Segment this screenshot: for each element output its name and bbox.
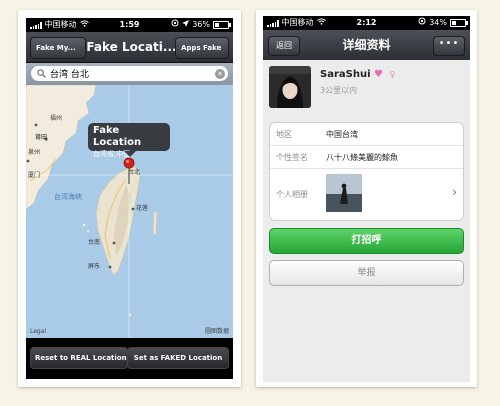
report-button[interactable]: 举报 [269,260,464,286]
battery-percent: 36% [192,20,210,29]
map-label-putian: 莆田 [35,134,48,141]
map-label-tainan: 台南 [88,239,101,246]
back-button[interactable]: 返回 [268,36,300,56]
lock-rotation-icon [171,18,179,32]
left-screenshot-card: 中国移动 1:59 36% Fake My... Fake Locati... [18,10,241,387]
battery-icon [450,19,468,27]
navigation-bar: 返回 详细资料 ••• [263,30,470,60]
battery-percent: 34% [429,18,447,27]
status-bar: 中国移动 2:12 34% [263,16,470,30]
status-bar: 中国移动 1:59 36% [26,18,233,32]
legal-link[interactable]: Legal [30,328,46,335]
search-bar: ✕ [26,63,233,85]
profile-name-text: SaraShui [320,69,371,80]
signature-value: 八十八條美麗的鯨魚 [326,153,398,162]
map-credit: 圆图数据 [204,328,229,335]
callout-title: Fake Location [93,125,142,148]
profile-header: SaraShui ♥ ♀ 3公里以内 [269,66,464,110]
greet-button[interactable]: 打招呼 [269,228,464,254]
reset-real-location-button[interactable]: Reset to REAL Location [30,347,128,369]
map-label-quanzhou: 泉州 [28,149,41,156]
set-faked-location-button[interactable]: Set as FAKED Location [127,347,229,369]
album-label: 个人相册 [276,190,308,199]
profile-details-screen: 中国移动 2:12 34% 返回 详细资料 ••• SaraShui ♥ ♀ 3… [263,16,470,382]
avatar[interactable] [269,66,311,108]
region-value: 中国台湾 [326,130,358,139]
apps-fake-button[interactable]: Apps Fake [175,37,229,59]
map-view[interactable]: 莆田 福州 泉州 厦门 台湾海峡 花莲 台南 屏东 台北 Fake Locati… [26,85,233,338]
album-thumbnail[interactable] [326,174,362,212]
search-icon [34,67,48,81]
region-label: 地区 [276,130,292,139]
chevron-right-icon: › [452,185,457,199]
search-input[interactable] [48,66,215,81]
nav-title: Fake Locati... [86,40,177,54]
map-label-strait: 台湾海峡 [54,193,82,201]
more-options-button[interactable]: ••• [433,36,465,56]
info-row-signature: 个性签名 八十八條美麗的鯨魚 [270,145,463,169]
female-gender-icon: ♀ [389,70,396,79]
heart-icon: ♥ [373,69,383,80]
map-label-xiamen: 厦门 [28,172,41,179]
profile-name: SaraShui ♥ ♀ [320,69,395,80]
map-label-pingtung: 屏东 [88,263,101,270]
bottom-toolbar: Reset to REAL Location Set as FAKED Loca… [26,338,233,379]
signature-label: 个性签名 [276,153,308,162]
profile-distance: 3公里以内 [320,86,358,95]
clear-search-icon[interactable]: ✕ [215,68,225,79]
navigation-bar: Fake My... Fake Locati... Apps Fake [26,32,233,63]
location-callout[interactable]: Fake Location 台湾省,中国 [88,123,170,158]
map-pin-icon[interactable] [122,157,136,185]
info-row-album[interactable]: 个人相册 › [270,168,463,220]
map-label-hualien: 花莲 [136,205,149,212]
lock-rotation-icon [418,16,426,30]
right-screenshot-card: 中国移动 2:12 34% 返回 详细资料 ••• SaraShui ♥ ♀ 3… [256,10,477,387]
map-label-fuzhou: 福州 [50,115,63,122]
fake-my-button[interactable]: Fake My... [30,37,86,59]
battery-icon [213,21,231,29]
search-field[interactable]: ✕ [31,66,228,81]
location-arrow-icon [182,18,190,32]
fake-location-app-screen: 中国移动 1:59 36% Fake My... Fake Locati... [26,18,233,379]
nav-title: 详细资料 [342,38,391,52]
info-row-region: 地区 中国台湾 [270,123,463,146]
profile-info-card: 地区 中国台湾 个性签名 八十八條美麗的鯨魚 个人相册 › [269,122,464,221]
